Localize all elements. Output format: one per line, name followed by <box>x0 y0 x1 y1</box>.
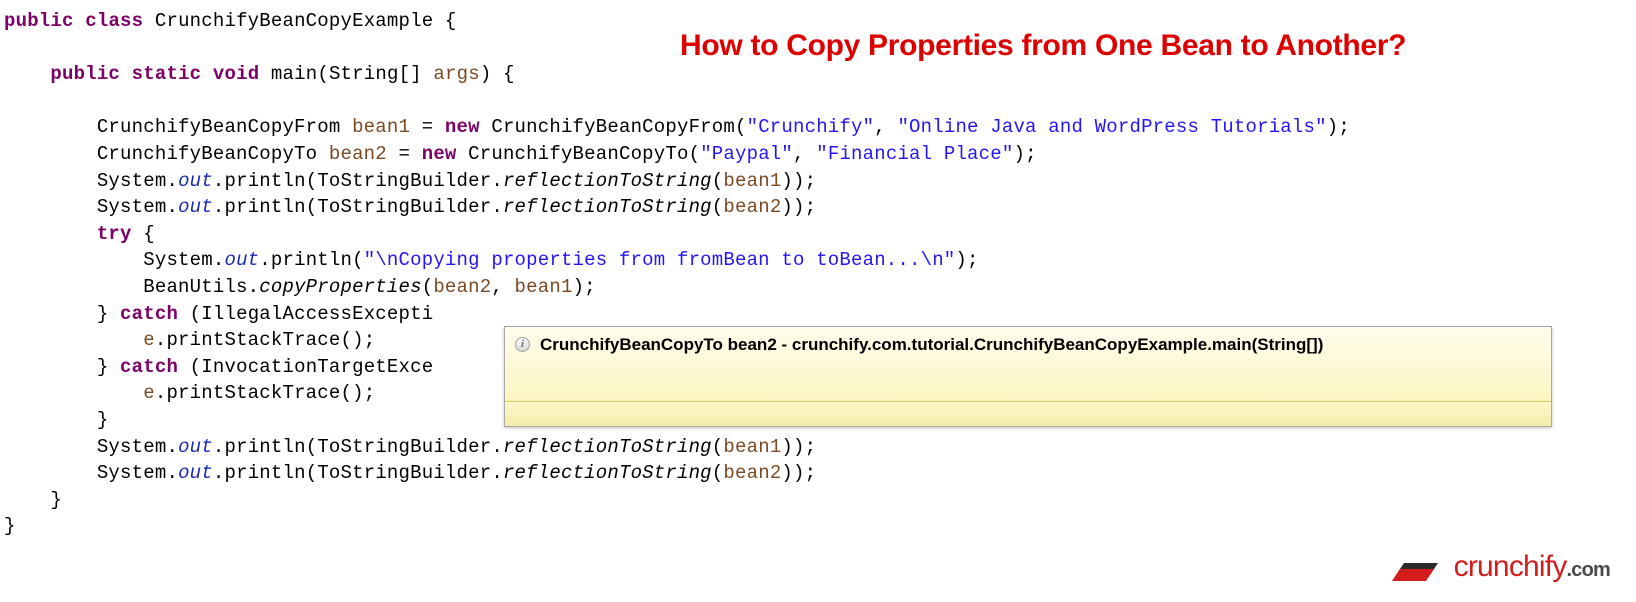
println: println <box>224 170 305 192</box>
printstacktrace: printStackTrace <box>166 329 340 351</box>
printstacktrace: printStackTrace <box>166 382 340 404</box>
println: println <box>224 462 305 484</box>
system: System <box>97 462 167 484</box>
reflection-method: reflectionToString <box>503 436 712 458</box>
class-name: CrunchifyBeanCopyExample <box>155 10 433 32</box>
reflection-method: reflectionToString <box>503 170 712 192</box>
reflection-method: reflectionToString <box>503 462 712 484</box>
beanutils: BeanUtils <box>143 276 247 298</box>
var-bean1: bean1 <box>723 436 781 458</box>
exception2: InvocationTargetExce <box>201 356 433 378</box>
str-financial: "Financial Place" <box>816 143 1013 165</box>
tostringbuilder: ToStringBuilder <box>317 462 491 484</box>
str-paypal: "Paypal" <box>700 143 793 165</box>
kw-catch: catch <box>120 356 178 378</box>
param-name: args <box>433 63 479 85</box>
hover-tooltip: i CrunchifyBeanCopyTo bean2 - crunchify.… <box>504 326 1552 427</box>
type-to: CrunchifyBeanCopyTo <box>97 143 317 165</box>
out-field: out <box>178 436 213 458</box>
kw-new: new <box>445 116 480 138</box>
system: System <box>143 249 213 271</box>
tostringbuilder: ToStringBuilder <box>317 436 491 458</box>
logo-tld: .com <box>1567 559 1610 581</box>
system: System <box>97 436 167 458</box>
system: System <box>97 170 167 192</box>
logo-mark-icon <box>1390 549 1446 585</box>
type-from: CrunchifyBeanCopyFrom <box>491 116 735 138</box>
println: println <box>224 196 305 218</box>
kw-class: class <box>85 10 143 32</box>
copyproperties: copyProperties <box>259 276 421 298</box>
reflection-method: reflectionToString <box>503 196 712 218</box>
var-bean2: bean2 <box>723 462 781 484</box>
code-editor[interactable]: public class CrunchifyBeanCopyExample { … <box>0 0 1636 548</box>
println: println <box>224 436 305 458</box>
kw-static: static <box>132 63 202 85</box>
var-e: e <box>143 382 155 404</box>
logo-brand: crunchify <box>1454 550 1567 583</box>
kw-try: try <box>97 223 132 245</box>
out-field: out <box>224 249 259 271</box>
type-from: CrunchifyBeanCopyFrom <box>97 116 341 138</box>
kw-catch: catch <box>120 303 178 325</box>
out-field: out <box>178 462 213 484</box>
var-bean2: bean2 <box>723 196 781 218</box>
kw-public: public <box>4 10 74 32</box>
param-type: String[] <box>329 63 422 85</box>
str-crunchify: "Crunchify" <box>747 116 875 138</box>
tooltip-text: CrunchifyBeanCopyTo bean2 - crunchify.co… <box>540 333 1323 357</box>
var-bean2: bean2 <box>329 143 387 165</box>
kw-new: new <box>422 143 457 165</box>
exception1: IllegalAccessExcepti <box>201 303 433 325</box>
var-bean1: bean1 <box>515 276 573 298</box>
var-bean1: bean1 <box>723 170 781 192</box>
brand-logo: crunchify.com <box>1390 546 1610 588</box>
method-main: main <box>271 63 317 85</box>
kw-void: void <box>213 63 259 85</box>
var-e: e <box>143 329 155 351</box>
tooltip-body <box>505 402 1551 426</box>
system: System <box>97 196 167 218</box>
page-title: How to Copy Properties from One Bean to … <box>680 25 1406 67</box>
type-to: CrunchifyBeanCopyTo <box>468 143 688 165</box>
out-field: out <box>178 196 213 218</box>
println: println <box>271 249 352 271</box>
tostringbuilder: ToStringBuilder <box>317 170 491 192</box>
tostringbuilder: ToStringBuilder <box>317 196 491 218</box>
var-bean1: bean1 <box>352 116 410 138</box>
str-tutorials: "Online Java and WordPress Tutorials" <box>897 116 1326 138</box>
var-bean2: bean2 <box>433 276 491 298</box>
out-field: out <box>178 170 213 192</box>
tooltip-header: i CrunchifyBeanCopyTo bean2 - crunchify.… <box>505 327 1551 402</box>
logo-text: crunchify.com <box>1454 546 1610 588</box>
info-icon: i <box>515 337 530 352</box>
str-copying: "\nCopying properties from fromBean to t… <box>364 249 956 271</box>
kw-public: public <box>50 63 120 85</box>
